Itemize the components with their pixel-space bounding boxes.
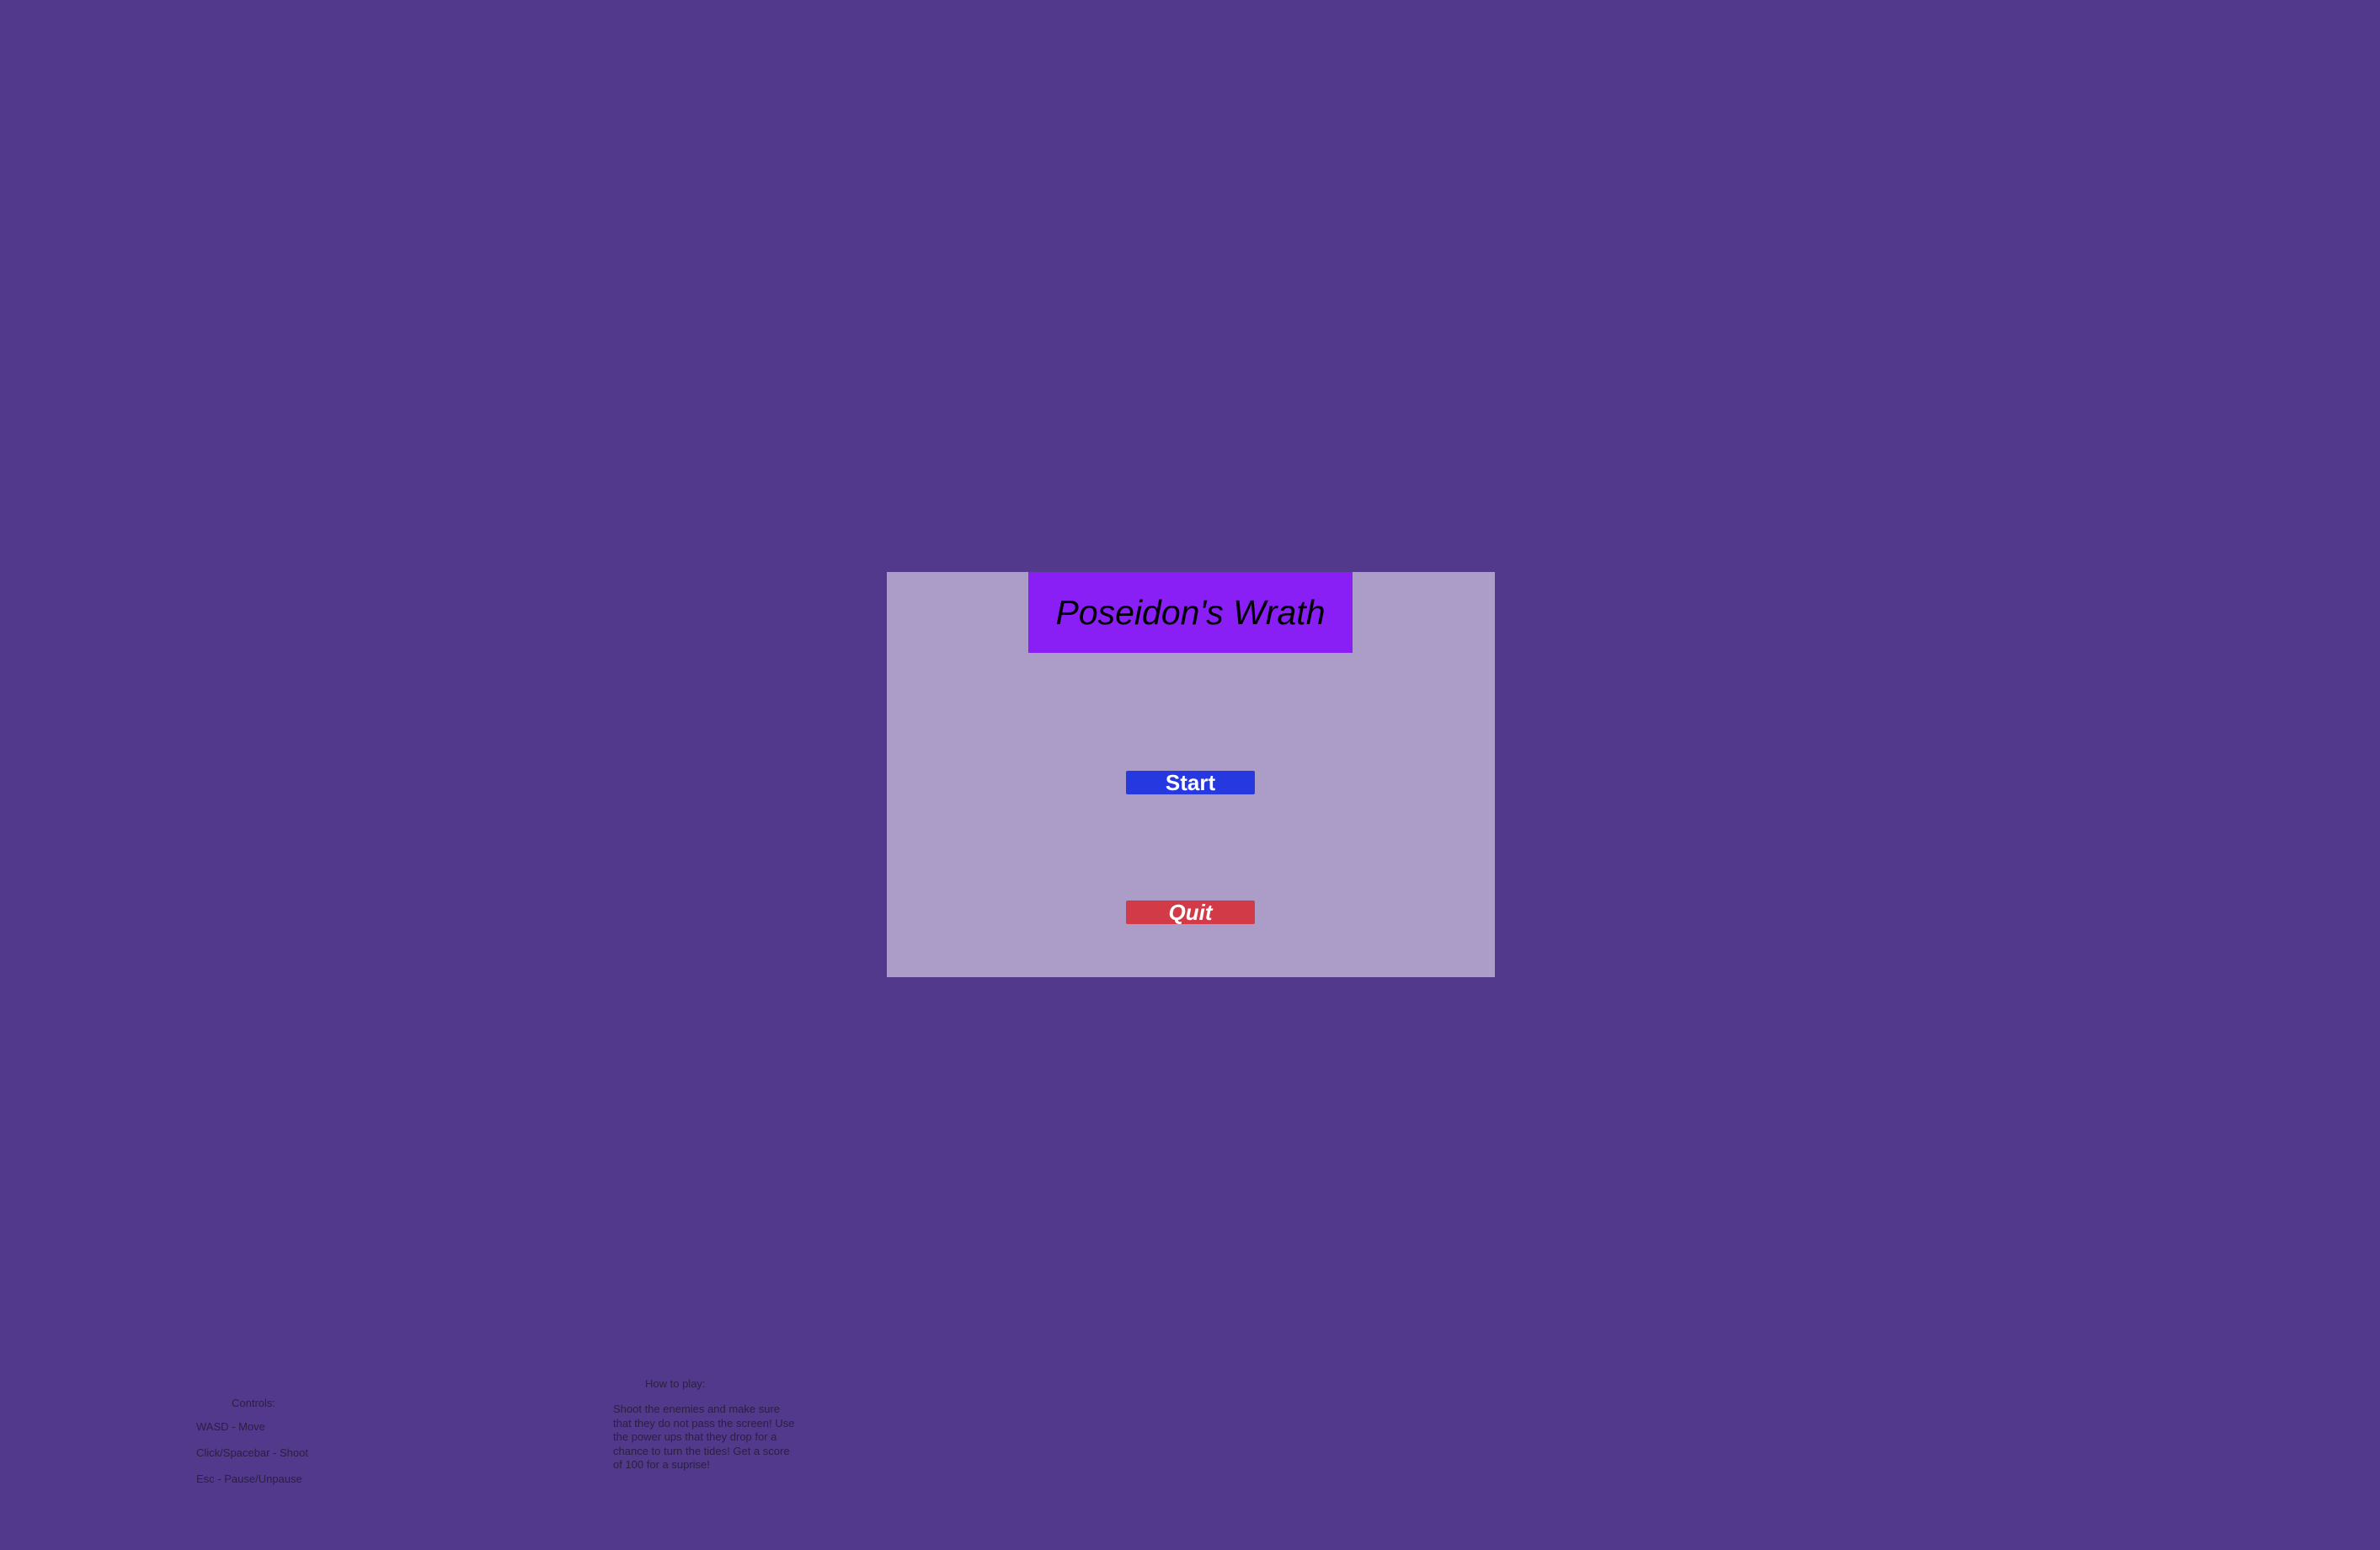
controls-line-move: WASD - Move xyxy=(196,1420,265,1433)
controls-line-pause: Esc - Pause/Unpause xyxy=(196,1472,302,1485)
controls-heading: Controls: xyxy=(232,1397,276,1409)
controls-info: Controls: WASD - Move Click/Spacebar - S… xyxy=(196,1397,308,1492)
how-to-play-text: Shoot the enemies and make sure that the… xyxy=(613,1403,795,1471)
start-button[interactable]: Start xyxy=(1126,770,1255,795)
controls-line-shoot: Click/Spacebar - Shoot xyxy=(196,1446,308,1459)
main-menu-panel: Poseidon's Wrath Start Quit xyxy=(887,572,1495,977)
how-to-play-info: How to play: Shoot the enemies and make … xyxy=(613,1377,807,1472)
title-banner: Poseidon's Wrath xyxy=(1028,572,1353,653)
quit-button[interactable]: Quit xyxy=(1126,900,1255,925)
how-to-play-heading: How to play: xyxy=(645,1377,706,1390)
game-title: Poseidon's Wrath xyxy=(1055,592,1326,632)
game-screen: { "menu": { "title": "Poseidon's Wrath",… xyxy=(0,0,2380,1550)
